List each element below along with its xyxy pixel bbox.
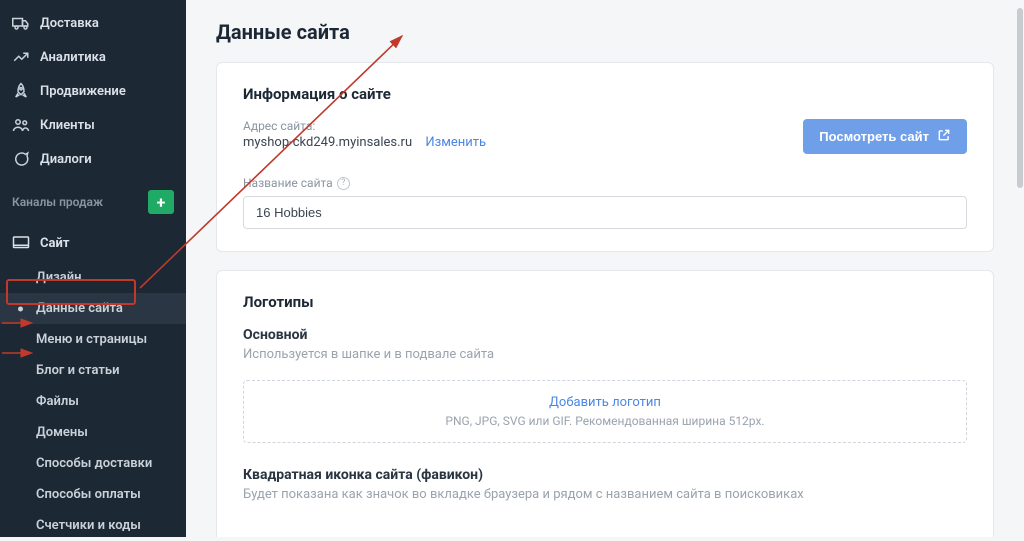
nav-item-analytics[interactable]: Аналитика: [0, 40, 186, 74]
nav-item-dialogs[interactable]: Диалоги: [0, 142, 186, 176]
nav-item-delivery[interactable]: Доставка: [0, 6, 186, 40]
monitor-icon: [12, 234, 30, 252]
site-name-label: Название сайта ?: [243, 176, 967, 190]
logos-card-title: Логотипы: [243, 293, 967, 311]
truck-icon: [12, 14, 30, 32]
sub-item-menu-pages[interactable]: Меню и страницы: [0, 324, 186, 355]
nav-label: Аналитика: [40, 50, 106, 65]
sub-item-design[interactable]: Дизайн: [0, 262, 186, 293]
info-card: Информация о сайте Адрес сайта: myshop-c…: [216, 62, 994, 252]
external-link-icon: [937, 128, 951, 145]
primary-logo-title: Основной: [243, 327, 967, 343]
sales-channels-header: Каналы продаж +: [0, 176, 186, 224]
sub-item-site-data[interactable]: Данные сайта: [0, 293, 186, 324]
upload-logo-box[interactable]: Добавить логотип PNG, JPG, SVG или GIF. …: [243, 380, 967, 443]
favicon-title: Квадратная иконка сайта (фавикон): [243, 467, 967, 483]
nav-item-promotion[interactable]: Продвижение: [0, 74, 186, 108]
sidebar-sublist: Дизайн Данные сайта Меню и страницы Блог…: [0, 262, 186, 541]
sales-channels-label: Каналы продаж: [12, 195, 103, 209]
nav-label: Клиенты: [40, 118, 95, 133]
sidebar: Доставка Аналитика Продвижение Клиенты Д…: [0, 0, 186, 537]
view-site-label: Посмотреть сайт: [819, 129, 929, 144]
site-name-input[interactable]: [243, 196, 967, 229]
change-address-link[interactable]: Изменить: [425, 135, 486, 150]
sub-item-counters[interactable]: Счетчики и коды: [0, 510, 186, 541]
address-value: myshop-ckd249.myinsales.ru: [243, 135, 412, 150]
primary-logo-desc: Используется в шапке и в подвале сайта: [243, 347, 967, 362]
nav-item-clients[interactable]: Клиенты: [0, 108, 186, 142]
upload-hint: PNG, JPG, SVG или GIF. Рекомендованная ш…: [445, 414, 764, 428]
chart-icon: [12, 48, 30, 66]
main-content: Данные сайта Информация о сайте Адрес са…: [186, 0, 1024, 537]
channel-label: Сайт: [40, 236, 69, 251]
address-label: Адрес сайта:: [243, 119, 486, 133]
sub-item-blog[interactable]: Блог и статьи: [0, 355, 186, 386]
add-logo-link[interactable]: Добавить логотип: [254, 395, 956, 410]
help-icon[interactable]: ?: [337, 177, 350, 190]
rocket-icon: [12, 82, 30, 100]
nav-label: Продвижение: [40, 84, 126, 99]
scrollbar-thumb[interactable]: [1017, 8, 1023, 188]
chat-icon: [12, 150, 30, 168]
sub-item-files[interactable]: Файлы: [0, 386, 186, 417]
sub-item-delivery-methods[interactable]: Способы доставки: [0, 448, 186, 479]
nav-label: Доставка: [40, 16, 99, 31]
channel-item-site[interactable]: Сайт: [0, 224, 186, 262]
view-site-button[interactable]: Посмотреть сайт: [803, 119, 967, 154]
nav-label: Диалоги: [40, 152, 92, 167]
favicon-desc: Будет показана как значок во вкладке бра…: [243, 487, 967, 502]
sub-item-domains[interactable]: Домены: [0, 417, 186, 448]
logos-card: Логотипы Основной Используется в шапке и…: [216, 270, 994, 537]
users-icon: [12, 116, 30, 134]
page-title: Данные сайта: [216, 20, 994, 44]
info-card-title: Информация о сайте: [243, 85, 967, 103]
sub-item-payment-methods[interactable]: Способы оплаты: [0, 479, 186, 510]
add-channel-button[interactable]: +: [148, 190, 174, 214]
